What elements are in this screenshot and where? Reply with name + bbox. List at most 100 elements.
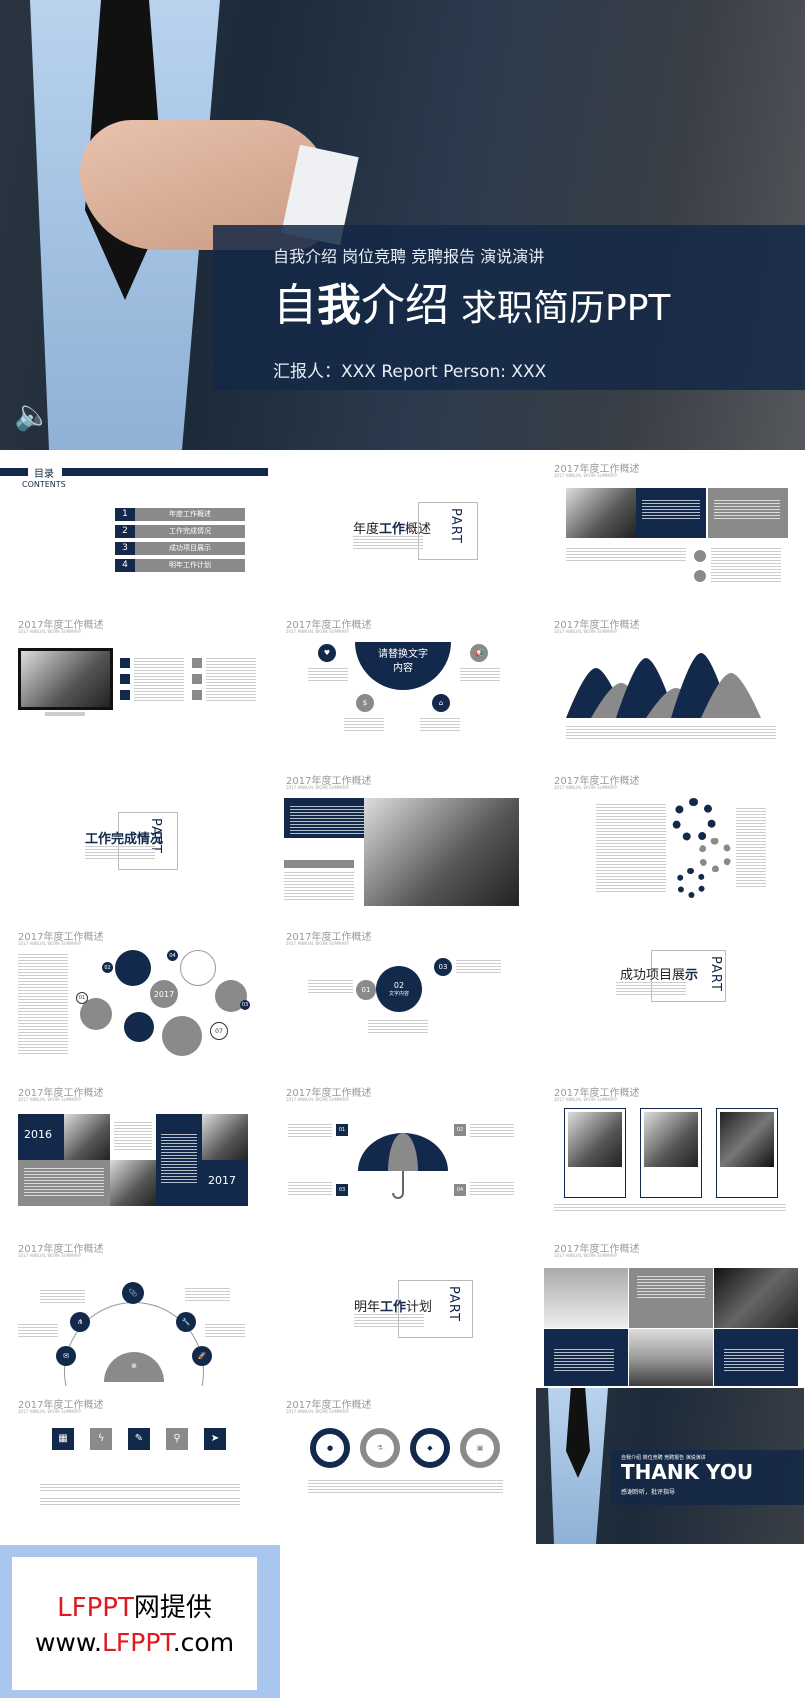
image-icon: ▣ <box>460 1428 500 1468</box>
num-box: 02 <box>454 1124 466 1136</box>
slide-part-1[interactable]: PART 年度工作概述 <box>268 452 536 606</box>
num-circle: 01 <box>356 980 376 1000</box>
hero-title: 自我介绍 求职简历PPT <box>273 269 670 333</box>
toc-num: 4 <box>115 559 135 572</box>
bubble-year: 2017 <box>150 980 178 1008</box>
num-badge: 07 <box>210 1022 228 1040</box>
text-lines <box>460 668 500 682</box>
slide-gears[interactable]: 2017年度工作概述 2017 ANNUAL WORK SUMMARY <box>536 764 804 918</box>
slide-part-3[interactable]: PART 成功项目展示 <box>536 920 804 1074</box>
monitor-stand <box>45 712 85 716</box>
title-part: 介绍 <box>361 280 449 331</box>
provider-text: 网提供 <box>133 1593 212 1623</box>
slide-three-photos[interactable]: 2017年度工作概述 2017 ANNUAL WORK SUMMARY <box>536 1076 804 1230</box>
badge <box>694 550 706 562</box>
t: 工作 <box>85 832 112 847</box>
paperclip-icon: 📎 <box>122 1282 144 1304</box>
slide-subtitle: 2017 ANNUAL WORK SUMMARY <box>18 1409 82 1414</box>
text-lines <box>284 872 354 902</box>
slide-photo-grid[interactable]: 2017年度工作概述 2017 ANNUAL WORK SUMMARY <box>536 1232 804 1386</box>
text-lines <box>554 1204 786 1212</box>
slide-text-photo[interactable]: 2017年度工作概述 2017 ANNUAL WORK SUMMARY <box>268 764 536 918</box>
part-label: PART <box>708 956 723 992</box>
t: 计划 <box>406 1300 433 1315</box>
speaker-icon[interactable]: 🔈 <box>14 398 51 433</box>
text-lines <box>40 1290 85 1304</box>
url-part: .com <box>172 1628 235 1657</box>
text-lines <box>18 1324 58 1338</box>
slide-years[interactable]: 2017年度工作概述 2017 ANNUAL WORK SUMMARY 2016… <box>0 1076 268 1230</box>
toc-subtitle: CONTENTS <box>22 480 66 489</box>
text-lines <box>616 982 686 996</box>
slide-subtitle: 2017 ANNUAL WORK SUMMARY <box>554 1253 618 1258</box>
provider-url[interactable]: www.LFPPT.com <box>12 1628 257 1657</box>
title-band: 自我介绍 岗位竞聘 竞聘报告 演说演讲 自我介绍 求职简历PPT 汇报人：XXX … <box>213 225 805 390</box>
slide-circles[interactable]: 2017年度工作概述 2017 ANNUAL WORK SUMMARY 02 文字… <box>268 920 536 1074</box>
text-lines <box>134 658 184 702</box>
text-block <box>544 1329 628 1386</box>
text-block <box>714 1329 798 1386</box>
toc-item[interactable]: 3 成功项目展示 <box>115 542 245 555</box>
num-box: 04 <box>454 1184 466 1196</box>
text-lines <box>18 954 68 1054</box>
slide-subtitle: 2017 ANNUAL WORK SUMMARY <box>554 1097 618 1102</box>
slide-subtitle: 2017 ANNUAL WORK SUMMARY <box>18 1253 82 1258</box>
bubble <box>115 950 151 986</box>
label-bar <box>284 860 354 868</box>
hero-subtitle: 自我介绍 岗位竞聘 竞聘报告 演说演讲 <box>273 247 545 266</box>
num-box: 01 <box>336 1124 348 1136</box>
year-2016: 2016 <box>18 1114 64 1160</box>
photo <box>566 488 636 538</box>
part-label: PART <box>448 508 463 544</box>
slide-donuts[interactable]: 2017年度工作概述 2017 ANNUAL WORK SUMMARY ● ⚗ … <box>268 1388 536 1542</box>
title-slide: 自我介绍 岗位竞聘 竞聘报告 演说演讲 自我介绍 求职简历PPT 汇报人：XXX … <box>0 0 805 450</box>
slide-part-2[interactable]: PART 工作完成情况 <box>0 764 268 918</box>
slide-peaks[interactable]: 2017年度工作概述 2017 ANNUAL WORK SUMMARY <box>536 608 804 762</box>
text-lines <box>470 1124 514 1138</box>
slide-photo-text[interactable]: 2017年度工作概述 2017 ANNUAL WORK SUMMARY <box>536 452 804 606</box>
slide-umbrella[interactable]: 2017年度工作概述 2017 ANNUAL WORK SUMMARY 01 0… <box>268 1076 536 1230</box>
slide-toc[interactable]: 目录 CONTENTS 1 年度工作概述 2 工作完成情况 3 成功项目展示 4 明年工… <box>0 452 268 606</box>
slide-bubbles[interactable]: 2017年度工作概述 2017 ANNUAL WORK SUMMARY 2017… <box>0 920 268 1074</box>
photo <box>364 798 519 906</box>
text-lines <box>566 548 686 562</box>
part-title: 工作完成情况 <box>85 828 163 847</box>
t: 工作 <box>379 522 406 537</box>
bubble <box>162 1016 202 1056</box>
slide-subtitle: 2017 ANNUAL WORK SUMMARY <box>554 473 618 478</box>
dollar-icon: $ <box>356 694 374 712</box>
num-box: 03 <box>336 1184 348 1196</box>
text-lines <box>85 846 155 860</box>
slide-flow[interactable]: 2017年度工作概述 2017 ANNUAL WORK SUMMARY ▦ ϟ … <box>0 1388 268 1542</box>
text-lines <box>736 808 766 888</box>
text-lines <box>344 718 384 732</box>
slide-thank-you[interactable]: 自我介绍 岗位竞聘 竞聘报告 演说演讲 THANK YOU 感谢聆听，批评指导 <box>536 1388 804 1544</box>
text-lines <box>288 1182 332 1196</box>
text-lines <box>185 1288 230 1302</box>
text-lines <box>354 1314 424 1328</box>
slide-monitor[interactable]: 2017年度工作概述 2017 ANNUAL WORK SUMMARY <box>0 608 268 762</box>
t: 年度 <box>353 522 380 537</box>
toc-item[interactable]: 2 工作完成情况 <box>115 525 245 538</box>
slide-semicircle[interactable]: 2017年度工作概述 2017 ANNUAL WORK SUMMARY 请替换文… <box>268 608 536 762</box>
num-badge: 01 <box>76 992 88 1004</box>
toc-item[interactable]: 1 年度工作概述 <box>115 508 245 521</box>
globe-icon: ⊕ <box>126 1358 142 1374</box>
t: 完成情况 <box>111 832 164 847</box>
text-block <box>110 1114 156 1160</box>
slide-subtitle: 2017 ANNUAL WORK SUMMARY <box>18 629 82 634</box>
text-lines <box>470 1182 514 1196</box>
slide-part-4[interactable]: PART 明年工作计划 <box>268 1232 536 1386</box>
photo-balloons <box>544 1268 628 1328</box>
toc-item[interactable]: 4 明年工作计划 <box>115 559 245 572</box>
slide-icon-arc[interactable]: 2017年度工作概述 2017 ANNUAL WORK SUMMARY ⊕ 📎 … <box>0 1232 268 1386</box>
num-box <box>120 674 130 684</box>
part-label: PART <box>446 1286 461 1322</box>
text-lines <box>40 1498 240 1506</box>
thank-you-title: THANK YOU <box>621 1460 754 1484</box>
title-part: 自 <box>273 280 317 331</box>
gear-icon <box>676 868 706 898</box>
text-block <box>629 1268 713 1328</box>
send-icon: ➤ <box>204 1428 226 1450</box>
num-box <box>192 690 202 700</box>
